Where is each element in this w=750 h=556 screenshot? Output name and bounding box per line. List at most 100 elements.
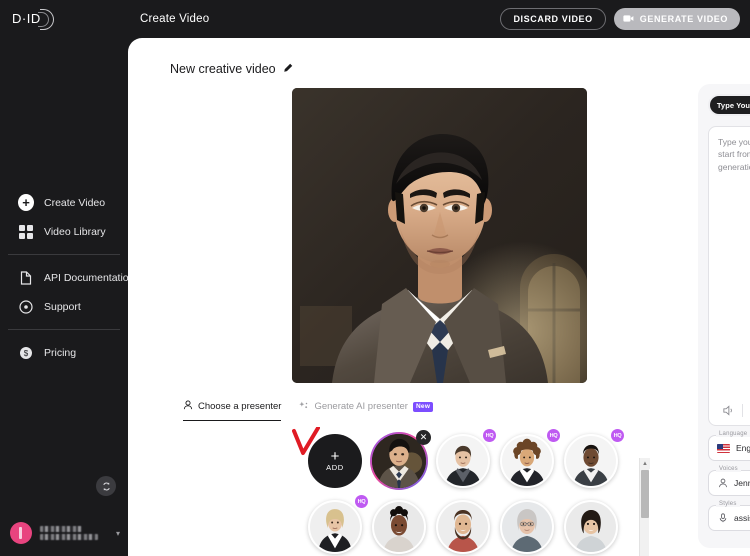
presenter-cell-selected: ✕ — [367, 429, 431, 493]
sidebar-footer: ▾ — [0, 476, 128, 556]
refresh-icon[interactable] — [96, 476, 116, 496]
presenter-thumb-image — [374, 502, 424, 552]
sidebar-item-video-library[interactable]: Video Library — [12, 217, 116, 246]
script-placeholder: Type your script here, you can start fro… — [718, 137, 750, 172]
scrollbar-thumb[interactable] — [641, 470, 649, 518]
user-name-redacted — [40, 526, 108, 540]
sidebar-nav: + Create Video Video Library API Documen… — [0, 188, 134, 367]
language-label: Language — [716, 431, 750, 437]
presenter-cell — [559, 495, 623, 556]
presenter-cell-add: + ADD — [303, 429, 367, 493]
chevron-down-icon[interactable]: ▾ — [116, 529, 120, 538]
add-button-label: ADD — [326, 462, 344, 472]
presenter-thumb-image — [566, 436, 616, 486]
selected-presenter[interactable]: ✕ — [370, 430, 431, 490]
presenter-thumb[interactable] — [564, 500, 618, 554]
sidebar-item-support[interactable]: Support — [12, 292, 116, 321]
video-preview[interactable] — [291, 88, 587, 383]
presenter-thumb[interactable] — [372, 500, 426, 554]
svg-text:$: $ — [24, 349, 29, 358]
sidebar-item-label: Video Library — [44, 225, 106, 238]
presenter-thumb[interactable] — [500, 434, 554, 488]
presenter-cell — [431, 495, 495, 556]
grid-icon — [18, 224, 34, 240]
page-title: Create Video — [140, 13, 210, 25]
video-title-row[interactable]: New creative video — [128, 38, 750, 76]
presenter-thumb[interactable] — [436, 500, 490, 554]
presenter-thumb[interactable] — [500, 500, 554, 554]
generate-video-label: GENERATE VIDEO — [639, 14, 728, 24]
user-profile[interactable]: ▾ — [10, 522, 120, 544]
presenter-thumb-image — [502, 502, 552, 552]
sidebar-item-pricing[interactable]: $ Pricing — [12, 338, 116, 367]
dollar-circle-icon: $ — [18, 345, 34, 361]
video-title-text: New creative video — [170, 62, 276, 76]
toolbar-separator — [742, 403, 743, 417]
presenter-thumb-image — [310, 502, 360, 552]
hq-badge: HQ — [611, 429, 624, 442]
generate-video-button[interactable]: GENERATE VIDEO — [613, 8, 740, 30]
voices-value: Jenny — [734, 478, 750, 488]
discard-video-button[interactable]: DISCARD VIDEO — [500, 8, 606, 30]
script-panel: Type Your Script Upload Voice Audio Type… — [698, 84, 750, 548]
sidebar-divider-2 — [8, 329, 120, 330]
presenter-thumb[interactable] — [436, 434, 490, 488]
presenter-picker: + ADD ✕ HQ HQ HQ HQ — [128, 421, 750, 556]
presenter-thumb[interactable] — [564, 434, 618, 488]
styles-select[interactable]: Styles assistant — [708, 501, 750, 531]
tab-label: Generate AI presenter — [314, 401, 408, 412]
styles-label: Styles — [716, 501, 740, 507]
microphone-icon — [717, 513, 728, 524]
brand-logo[interactable]: D·ID — [0, 0, 128, 38]
avatar — [10, 522, 32, 544]
scroll-up-arrow-icon[interactable]: ▲ — [640, 458, 650, 469]
sidebar-item-create-video[interactable]: + Create Video — [12, 188, 116, 217]
close-icon[interactable]: ✕ — [416, 430, 431, 445]
new-badge: New — [412, 401, 434, 412]
presenter-thumb-image — [438, 436, 488, 486]
presenter-cell: HQ — [431, 429, 496, 493]
presenter-cell: HQ — [559, 429, 624, 493]
person-icon — [183, 397, 193, 415]
script-textarea-wrapper[interactable]: Type your script here, you can start fro… — [708, 126, 750, 426]
add-presenter-button[interactable]: + ADD — [308, 434, 362, 488]
presenter-cell — [367, 495, 431, 556]
presenter-cell — [495, 495, 559, 556]
script-mode-toggle: Type Your Script Upload Voice Audio — [708, 94, 750, 116]
sidebar-item-label: Pricing — [44, 346, 77, 359]
presenter-thumb[interactable] — [308, 500, 362, 554]
us-flag-icon — [717, 443, 730, 453]
logo-text: D·ID — [12, 11, 41, 26]
voices-select[interactable]: Voices Jenny — [708, 466, 750, 496]
tab-choose-a-presenter[interactable]: Choose a presenter — [183, 397, 282, 421]
sidebar-item-api-documentation[interactable]: API Documentation — [12, 263, 134, 292]
person-icon — [717, 478, 728, 489]
document-icon — [18, 270, 34, 286]
presenter-thumb-image — [566, 502, 616, 552]
presenter-tabs: Choose a presenter Generate AI presenter… — [128, 383, 750, 421]
language-value: English (United St... — [736, 443, 750, 453]
topbar-actions: DISCARD VIDEO GENERATE VIDEO — [500, 8, 750, 30]
voices-label: Voices — [716, 466, 741, 472]
sidebar-item-label: Create Video — [44, 196, 106, 209]
presenter-grid: + ADD ✕ HQ HQ HQ HQ — [128, 429, 750, 556]
presenter-thumb-image — [438, 502, 488, 552]
presenter-cell: HQ — [303, 495, 368, 556]
plus-circle-icon: + — [18, 194, 34, 211]
timer-icon[interactable] — [746, 400, 750, 420]
app-root: D·ID + Create Video Video Library API Do… — [0, 0, 750, 556]
help-circle-icon — [18, 299, 34, 315]
sidebar-item-label: Support — [44, 300, 81, 313]
tab-label: Choose a presenter — [198, 400, 282, 412]
language-select[interactable]: Language English (United St... — [708, 431, 750, 461]
presenter-scrollbar[interactable]: ▲ — [639, 458, 650, 556]
plus-icon: + — [330, 447, 340, 465]
tab-generate-ai-presenter[interactable]: Generate AI presenter New — [299, 398, 434, 421]
sidebar-item-label: API Documentation — [44, 271, 135, 284]
top-bar: Create Video DISCARD VIDEO GENERATE VIDE… — [128, 0, 750, 38]
speaker-icon[interactable] — [717, 400, 739, 420]
tab-type-your-script[interactable]: Type Your Script — [710, 96, 750, 114]
video-preview-stage — [128, 88, 750, 383]
sidebar: D·ID + Create Video Video Library API Do… — [0, 0, 134, 556]
pencil-icon[interactable] — [283, 62, 293, 76]
